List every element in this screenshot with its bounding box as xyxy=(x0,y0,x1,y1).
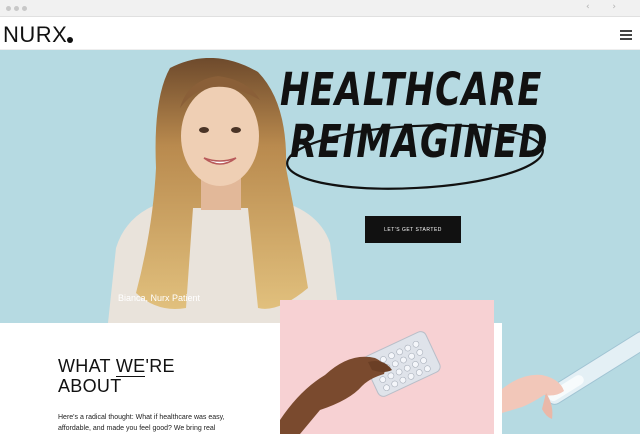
about-heading: WHAT WE'RE ABOUT xyxy=(58,356,175,396)
site-header: NURX xyxy=(0,17,640,50)
about-body-text: Here's a radical thought: What if health… xyxy=(58,414,225,432)
logo-dot xyxy=(67,37,73,43)
headline-line-1: HEALTHCARE xyxy=(280,63,543,116)
test-tube-image xyxy=(502,323,640,434)
panel-divider xyxy=(494,323,502,434)
about-section: WHAT WE'RE ABOUT Here's a radical though… xyxy=(0,323,280,434)
hamburger-menu-icon[interactable] xyxy=(620,30,632,40)
get-started-button[interactable]: LET'S GET STARTED xyxy=(365,216,461,243)
window-dot xyxy=(14,6,19,11)
hand-holding-pill-pack xyxy=(280,331,441,434)
hero-section: Bianca, Nurx Patient HEALTHCARE REIMAGIN… xyxy=(0,50,640,323)
about-heading-line-2: ABOUT xyxy=(58,376,122,396)
window-dot xyxy=(6,6,11,11)
about-heading-emphasis: WE xyxy=(115,356,146,377)
about-heading-suffix: 'RE xyxy=(145,356,175,376)
window-dot xyxy=(22,6,27,11)
about-heading-prefix: WHAT xyxy=(58,356,116,376)
nurx-logo[interactable]: NURX xyxy=(3,22,67,48)
browser-chrome: ‹ › xyxy=(0,0,640,17)
hand-holding-test-tube xyxy=(502,331,640,419)
headline-oval-scribble xyxy=(286,124,544,190)
pill-pack-image xyxy=(280,300,494,434)
browser-nav-arrows[interactable]: ‹ › xyxy=(586,2,626,12)
patient-caption: Bianca, Nurx Patient xyxy=(118,293,201,303)
